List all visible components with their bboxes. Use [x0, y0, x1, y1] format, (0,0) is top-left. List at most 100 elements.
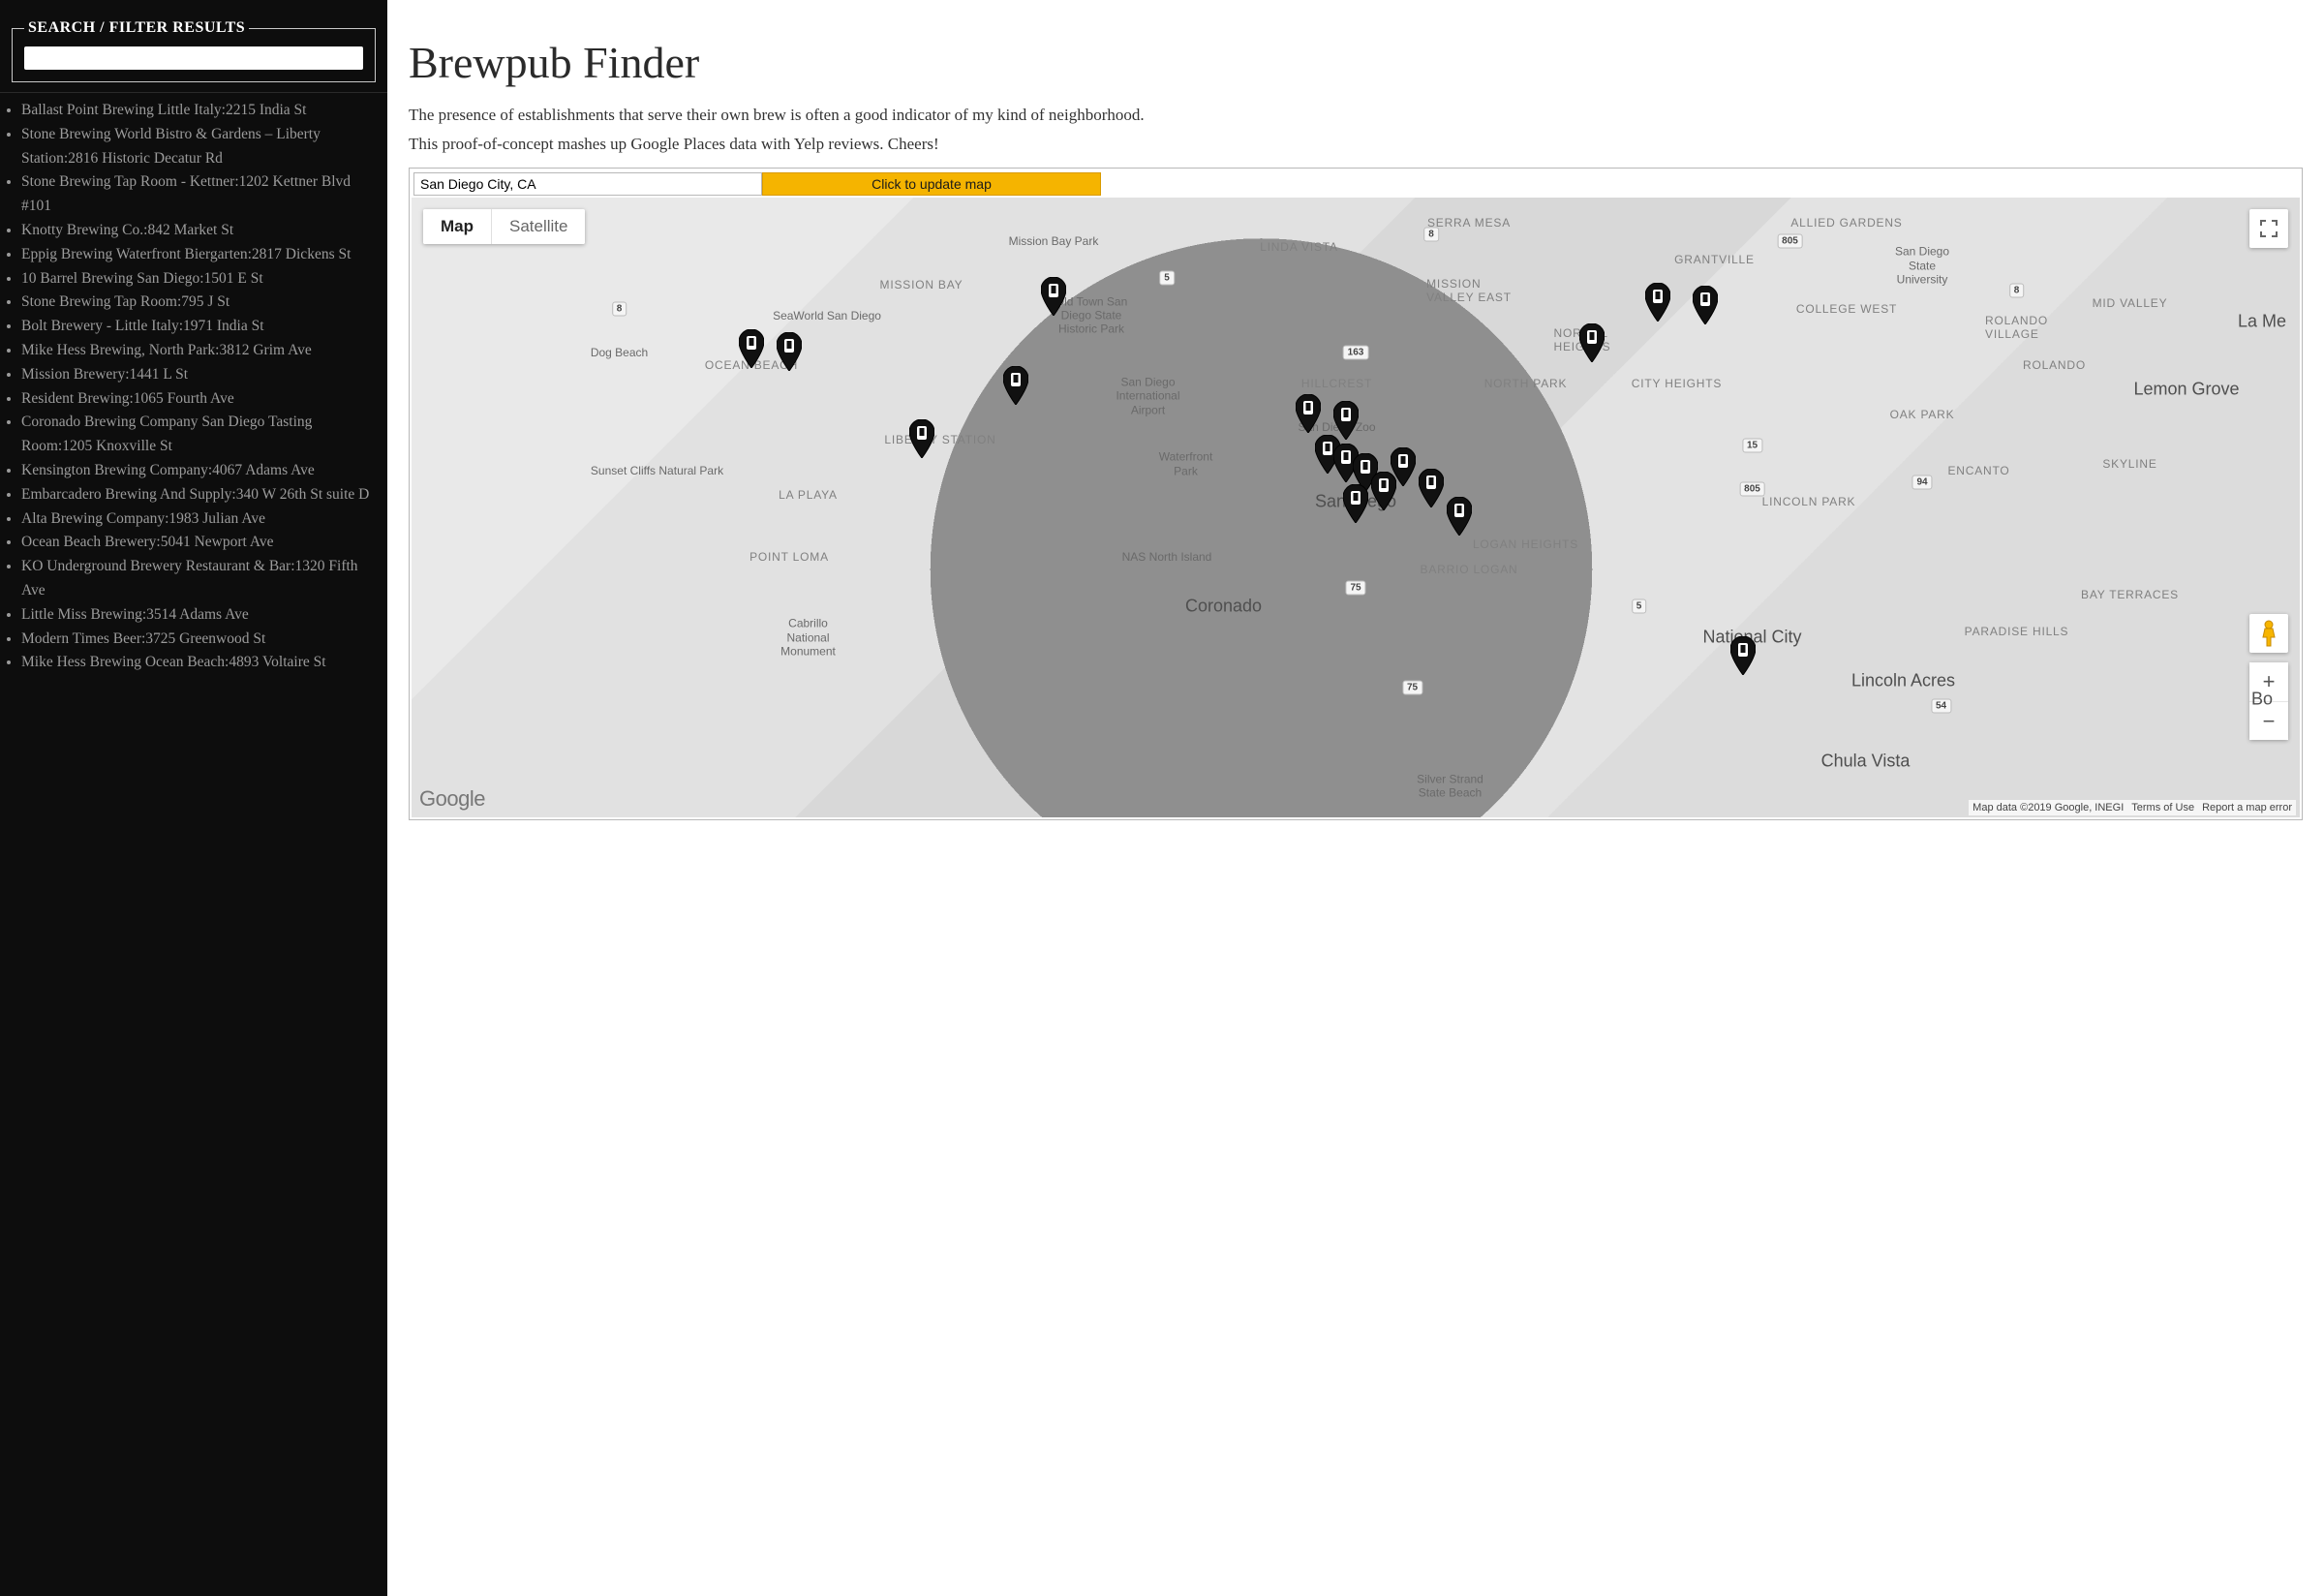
map-marker[interactable]: [777, 332, 802, 371]
map-label: LA PLAYA: [779, 488, 838, 502]
map-marker[interactable]: [1419, 469, 1444, 507]
result-item[interactable]: Stone Brewing Tap Room:795 J St: [21, 291, 387, 315]
sidebar: SEARCH / FILTER RESULTS Ballast Point Br…: [0, 0, 387, 1596]
map-label: Silver StrandState Beach: [1417, 773, 1483, 801]
map-marker[interactable]: [1693, 286, 1718, 324]
google-logo: Google: [419, 786, 485, 812]
result-item[interactable]: Stone Brewing Tap Room - Kettner:1202 Ke…: [21, 170, 387, 219]
result-item[interactable]: KO Underground Brewery Restaurant & Bar:…: [21, 555, 387, 603]
map-toolbar: Click to update map: [412, 170, 2300, 198]
map-label: LOGAN HEIGHTS: [1473, 537, 1578, 551]
map-label: Lincoln Acres: [1851, 671, 1955, 691]
route-shield: 5: [1159, 271, 1175, 286]
map-panel: Click to update map Map Satellite: [409, 168, 2303, 820]
result-item[interactable]: Mike Hess Brewing, North Park:3812 Grim …: [21, 339, 387, 363]
main-content: Brewpub Finder The presence of establish…: [387, 0, 2324, 1596]
terms-link[interactable]: Terms of Use: [2131, 802, 2194, 813]
result-item[interactable]: Embarcadero Brewing And Supply:340 W 26t…: [21, 483, 387, 507]
route-shield: 5: [1632, 599, 1647, 614]
search-filter-panel: SEARCH / FILTER RESULTS: [12, 19, 376, 82]
map-label: BARRIO LOGAN: [1421, 563, 1518, 576]
map-label: POINT LOMA: [749, 550, 829, 564]
map-marker[interactable]: [1041, 277, 1066, 316]
map-marker[interactable]: [1296, 394, 1321, 433]
map-label: ALLIED GARDENS: [1790, 216, 1902, 230]
route-shield: 75: [1402, 680, 1422, 694]
route-shield: 805: [1739, 481, 1765, 496]
result-item[interactable]: Resident Brewing:1065 Fourth Ave: [21, 387, 387, 412]
map-label: SKYLINE: [2102, 457, 2156, 471]
map-marker[interactable]: [1579, 323, 1605, 362]
map-label: WaterfrontPark: [1159, 450, 1213, 478]
map-label: Sunset Cliffs Natural Park: [591, 463, 723, 476]
result-item[interactable]: 10 Barrel Brewing San Diego:1501 E St: [21, 267, 387, 292]
map-label: ENCANTO: [1947, 464, 2009, 477]
result-item[interactable]: Ballast Point Brewing Little Italy:2215 …: [21, 99, 387, 123]
map-label: MISSIONVALLEY EAST: [1426, 277, 1512, 304]
result-item[interactable]: Mission Brewery:1441 L St: [21, 363, 387, 387]
map-label: OAK PARK: [1890, 408, 1955, 421]
map-label: LIBERTY STATION: [884, 433, 995, 446]
map-type-map-button[interactable]: Map: [423, 209, 491, 244]
map-label: BAY TERRACES: [2081, 588, 2179, 601]
route-shield: 8: [1423, 228, 1439, 242]
results-list: Ballast Point Brewing Little Italy:2215 …: [0, 99, 387, 675]
report-error-link[interactable]: Report a map error: [2202, 802, 2292, 813]
result-item[interactable]: Coronado Brewing Company San Diego Tasti…: [21, 411, 387, 459]
result-item[interactable]: Ocean Beach Brewery:5041 Newport Ave: [21, 531, 387, 555]
result-item[interactable]: Knotty Brewing Co.:842 Market St: [21, 219, 387, 243]
result-item[interactable]: Alta Brewing Company:1983 Julian Ave: [21, 507, 387, 532]
pegman-icon: [2258, 620, 2279, 647]
route-shield: 75: [1345, 581, 1365, 596]
map-marker[interactable]: [739, 329, 764, 368]
result-item[interactable]: Kensington Brewing Company:4067 Adams Av…: [21, 459, 387, 483]
map-marker[interactable]: [1730, 636, 1756, 675]
map-label: MISSION BAY: [880, 278, 963, 292]
intro-text-2: This proof-of-concept mashes up Google P…: [409, 135, 2303, 154]
update-map-button[interactable]: Click to update map: [762, 172, 1101, 196]
map-label: CITY HEIGHTS: [1632, 377, 1722, 390]
result-item[interactable]: Stone Brewing World Bistro & Gardens – L…: [21, 123, 387, 171]
result-item[interactable]: Eppig Brewing Waterfront Biergarten:2817…: [21, 243, 387, 267]
map-label: Dog Beach: [591, 346, 648, 359]
map-label: Chula Vista: [1821, 752, 1911, 772]
search-input[interactable]: [24, 46, 363, 70]
result-item[interactable]: Bolt Brewery - Little Italy:1971 India S…: [21, 315, 387, 339]
map-label: LINCOLN PARK: [1762, 495, 1856, 508]
route-shield: 54: [1931, 698, 1951, 713]
streetview-pegman[interactable]: [2249, 614, 2288, 653]
zoom-out-button[interactable]: −: [2249, 701, 2288, 740]
route-shield: 15: [1742, 439, 1762, 453]
map-label: Coronado: [1185, 597, 1262, 617]
toolbar-spacer: [1101, 172, 2298, 196]
intro-text-1: The presence of establishments that serv…: [409, 106, 2303, 125]
route-shield: 8: [2009, 284, 2025, 298]
zoom-in-button[interactable]: +: [2249, 662, 2288, 701]
map-label: San DiegoStateUniversity: [1895, 245, 1949, 287]
map-label: Mission Bay Park: [1009, 234, 1099, 248]
map-marker[interactable]: [1447, 497, 1472, 536]
sidebar-divider: [0, 92, 387, 93]
map-label: Lemon Grove: [2133, 380, 2239, 400]
map-label: SeaWorld San Diego: [773, 308, 881, 322]
map-marker[interactable]: [1333, 401, 1359, 440]
fullscreen-button[interactable]: [2249, 209, 2288, 248]
map-label: GRANTVILLE: [1674, 253, 1755, 266]
map-type-satellite-button[interactable]: Satellite: [491, 209, 585, 244]
map-label: PARADISE HILLS: [1965, 625, 2069, 638]
map-marker[interactable]: [1645, 283, 1670, 322]
result-item[interactable]: Little Miss Brewing:3514 Adams Ave: [21, 603, 387, 628]
map-label: NORTH PARK: [1484, 377, 1568, 390]
map-label: MID VALLEY: [2093, 296, 2168, 310]
result-item[interactable]: Modern Times Beer:3725 Greenwood St: [21, 628, 387, 652]
search-filter-legend: SEARCH / FILTER RESULTS: [24, 19, 249, 37]
route-shield: 163: [1343, 346, 1369, 360]
result-item[interactable]: Mike Hess Brewing Ocean Beach:4893 Volta…: [21, 651, 387, 675]
map-marker[interactable]: [1003, 366, 1028, 405]
location-input[interactable]: [413, 172, 762, 196]
map-label: San DiegoInternationalAirport: [1116, 375, 1179, 416]
map-canvas[interactable]: Map Satellite + − Go: [412, 198, 2300, 817]
map-marker[interactable]: [909, 419, 934, 458]
map-marker[interactable]: [1371, 472, 1396, 510]
map-marker[interactable]: [1343, 484, 1368, 523]
